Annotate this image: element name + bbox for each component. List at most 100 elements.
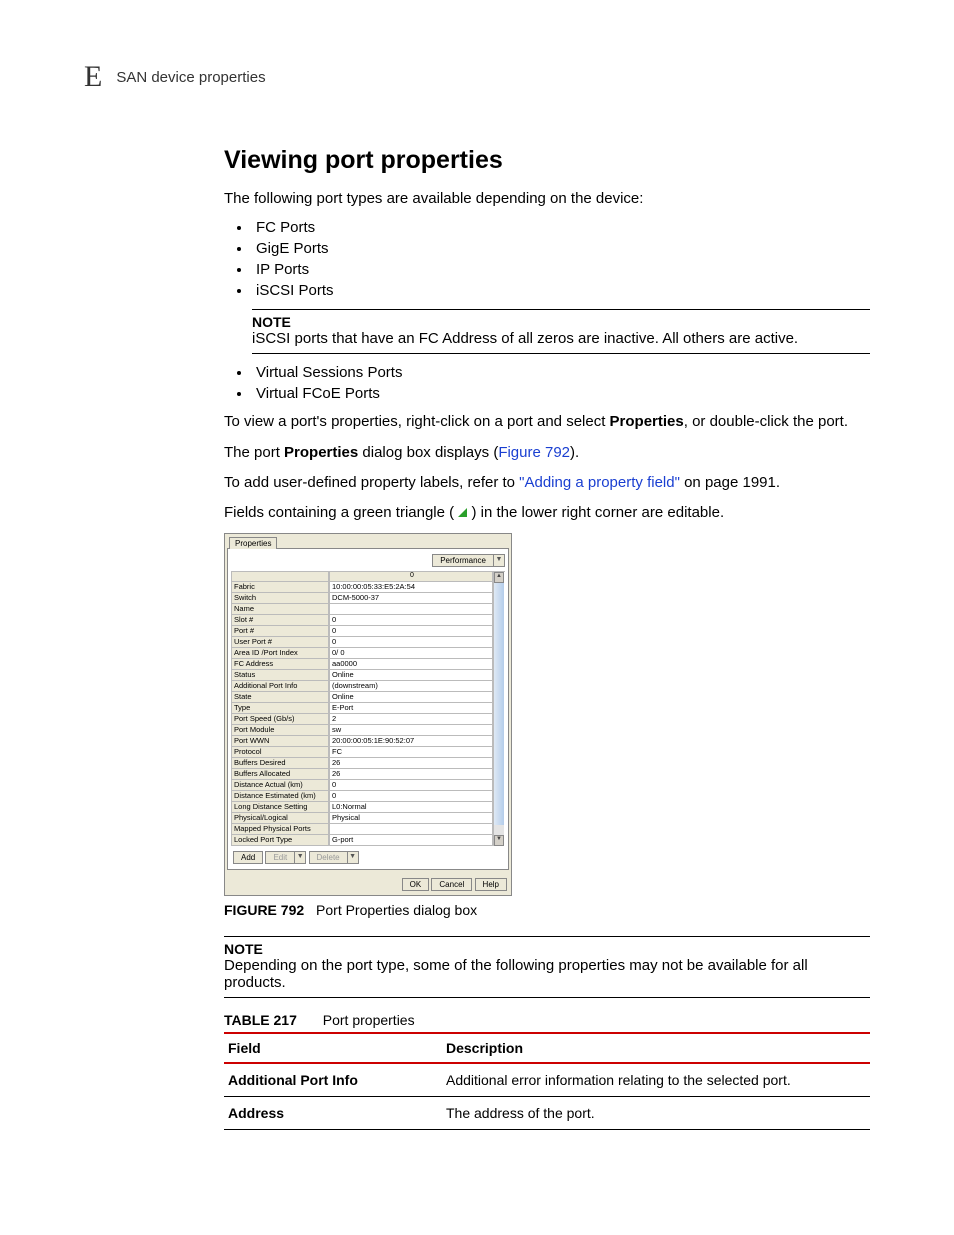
property-value[interactable]: 2 — [329, 714, 493, 725]
properties-bold: Properties — [610, 413, 684, 430]
property-value[interactable]: 0 — [329, 637, 493, 648]
list-item: Virtual FCoE Ports — [252, 385, 870, 402]
document-page: E SAN device properties Viewing port pro… — [0, 0, 954, 1235]
list-item: IP Ports — [252, 261, 870, 278]
list-item: Virtual Sessions Ports — [252, 364, 870, 381]
text: ) in the lower right corner are editable… — [467, 504, 724, 521]
property-value[interactable] — [329, 824, 493, 835]
triangle-paragraph: Fields containing a green triangle ( ) i… — [224, 503, 870, 523]
description-cell: The address of the port. — [442, 1097, 870, 1130]
port-types-list-2: Virtual Sessions Ports Virtual FCoE Port… — [224, 364, 870, 402]
property-value[interactable]: 0 — [329, 615, 493, 626]
property-value[interactable] — [329, 604, 493, 615]
text: To view a port's properties, right-click… — [224, 413, 610, 430]
list-item: iSCSI Ports — [252, 282, 870, 299]
property-value[interactable]: 0 — [329, 626, 493, 637]
dialog-actions: OK Cancel Help — [227, 870, 509, 893]
description-header: Description — [442, 1033, 870, 1063]
property-label: Name — [231, 604, 329, 615]
note-text: iSCSI ports that have an FC Address of a… — [252, 330, 870, 347]
property-value[interactable]: 20:00:00:05:1E:90:52:07 — [329, 736, 493, 747]
properties-bold: Properties — [284, 444, 358, 461]
edit-button[interactable]: Edit ▼ — [265, 851, 306, 864]
property-value[interactable]: Physical — [329, 813, 493, 824]
property-label: Buffers Desired — [231, 758, 329, 769]
field-cell: Address — [224, 1097, 442, 1130]
property-label: State — [231, 692, 329, 703]
property-label: Switch — [231, 593, 329, 604]
property-label: Slot # — [231, 615, 329, 626]
help-button[interactable]: Help — [475, 878, 507, 891]
field-cell: Additional Port Info — [224, 1063, 442, 1097]
property-value[interactable]: G-port — [329, 835, 493, 846]
property-label: Distance Estimated (km) — [231, 791, 329, 802]
property-label: Type — [231, 703, 329, 714]
port-properties-table: Field Description Additional Port Info A… — [224, 1032, 870, 1130]
performance-button[interactable]: Performance ▼ — [432, 554, 505, 567]
table-header-row: Field Description — [224, 1033, 870, 1063]
property-label: Port # — [231, 626, 329, 637]
field-header: Field — [224, 1033, 442, 1063]
properties-tab[interactable]: Properties — [229, 537, 277, 549]
text: on page 1991. — [680, 474, 780, 491]
note-text: Depending on the port type, some of the … — [224, 957, 870, 991]
property-label: Port WWN — [231, 736, 329, 747]
chevron-down-icon: ▼ — [494, 554, 505, 567]
adding-property-field-link[interactable]: "Adding a property field" — [519, 474, 680, 491]
property-labels-col: FabricSwitchNameSlot #Port #User Port #A… — [231, 572, 329, 846]
scroll-up-icon[interactable]: ▲ — [494, 572, 504, 583]
property-label: Long Distance Setting — [231, 802, 329, 813]
property-value[interactable]: 10:00:00:05:33:E5:2A:54 — [329, 582, 493, 593]
section-title: Viewing port properties — [224, 146, 870, 175]
port-types-list-1: FC Ports GigE Ports IP Ports iSCSI Ports — [224, 219, 870, 299]
property-value[interactable]: (downstream) — [329, 681, 493, 692]
property-value[interactable]: Online — [329, 670, 493, 681]
property-value[interactable]: L0:Normal — [329, 802, 493, 813]
property-value[interactable]: FC — [329, 747, 493, 758]
property-label: FC Address — [231, 659, 329, 670]
list-item: FC Ports — [252, 219, 870, 236]
property-value[interactable]: 26 — [329, 769, 493, 780]
property-value[interactable]: 0 — [329, 791, 493, 802]
scrollbar[interactable]: ▲ ▼ — [493, 572, 504, 846]
property-label: Fabric — [231, 582, 329, 593]
scroll-track[interactable] — [494, 583, 504, 825]
note-label: NOTE — [252, 314, 870, 330]
note-block-porttype: NOTE Depending on the port type, some of… — [224, 936, 870, 998]
view-properties-paragraph: To view a port's properties, right-click… — [224, 412, 870, 432]
property-label: User Port # — [231, 637, 329, 648]
property-value[interactable]: Online — [329, 692, 493, 703]
property-value[interactable]: 0/ 0 — [329, 648, 493, 659]
figure-link[interactable]: Figure 792 — [498, 444, 570, 461]
cancel-button[interactable]: Cancel — [431, 878, 472, 891]
property-label: Locked Port Type — [231, 835, 329, 846]
property-value[interactable]: E-Port — [329, 703, 493, 714]
figure-caption-text: Port Properties dialog box — [316, 902, 477, 918]
triangle-icon — [458, 508, 467, 517]
ok-button[interactable]: OK — [402, 878, 430, 891]
property-value[interactable]: 26 — [329, 758, 493, 769]
text: dialog box displays ( — [358, 444, 498, 461]
note-block-iscsi: NOTE iSCSI ports that have an FC Address… — [252, 309, 870, 354]
property-value[interactable]: DCM-5000-37 — [329, 593, 493, 604]
running-header: E SAN device properties — [84, 60, 870, 94]
scroll-down-icon[interactable]: ▼ — [494, 835, 504, 846]
running-title: SAN device properties — [116, 69, 265, 86]
property-values-col: 0 10:00:00:05:33:E5:2A:54DCM-5000-370000… — [329, 572, 493, 846]
appendix-letter: E — [84, 60, 102, 94]
text: ). — [570, 444, 579, 461]
property-value[interactable]: aa0000 — [329, 659, 493, 670]
chevron-down-icon: ▼ — [348, 851, 359, 864]
property-value[interactable]: 0 — [329, 780, 493, 791]
delete-label: Delete — [309, 851, 348, 864]
property-label: Port Speed (Gb/s) — [231, 714, 329, 725]
performance-row: Performance ▼ — [231, 552, 505, 571]
value-header: 0 — [329, 572, 493, 582]
property-label: Protocol — [231, 747, 329, 758]
description-cell: Additional error information relating to… — [442, 1063, 870, 1097]
delete-button[interactable]: Delete ▼ — [309, 851, 359, 864]
performance-label: Performance — [432, 554, 494, 567]
property-value[interactable]: sw — [329, 725, 493, 736]
text: , or double-click the port. — [684, 413, 848, 430]
add-button[interactable]: Add — [233, 851, 263, 864]
